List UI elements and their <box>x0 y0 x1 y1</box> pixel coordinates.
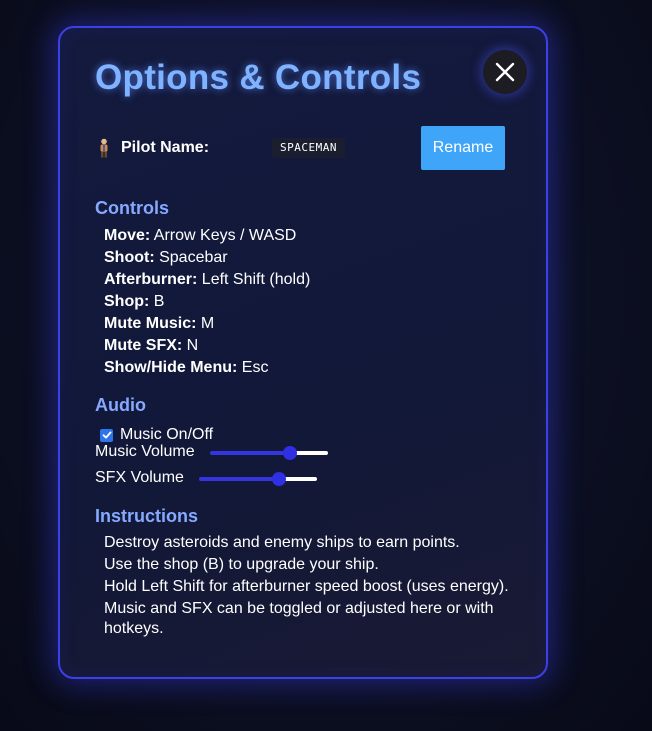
control-key: Mute SFX: <box>104 337 183 354</box>
music-toggle-label: Music On/Off <box>120 426 214 443</box>
control-value: M <box>200 315 215 332</box>
control-key: Mute Music: <box>104 315 197 332</box>
sfx-volume-label: SFX Volume <box>95 469 184 486</box>
sfx-volume-slider[interactable] <box>199 472 317 486</box>
pilot-row: Pilot Name: <box>97 136 209 160</box>
control-key: Afterburner: <box>104 271 198 288</box>
control-item: Move: Arrow Keys / WASD <box>104 225 310 247</box>
instruction-line: Music and SFX can be toggled or adjusted… <box>104 600 494 637</box>
pilot-figure-icon <box>100 138 108 158</box>
instruction-line: Use the shop (B) to upgrade your ship. <box>104 556 379 573</box>
modal-title: Options & Controls <box>95 58 422 97</box>
instructions-heading: Instructions <box>95 506 199 526</box>
game-background: Options & Controls Pilot Name: SPACEMAN … <box>0 0 652 731</box>
control-item: Show/Hide Menu: Esc <box>104 357 310 379</box>
music-volume-label: Music Volume <box>95 443 195 460</box>
checkmark-icon <box>102 431 112 439</box>
control-item: Mute Music: M <box>104 313 310 335</box>
control-value: Spacebar <box>159 249 228 266</box>
control-item: Mute SFX: N <box>104 335 310 357</box>
control-item: Shop: B <box>104 291 310 313</box>
audio-heading: Audio <box>95 395 146 415</box>
control-key: Shop: <box>104 293 150 310</box>
control-value: N <box>186 337 199 354</box>
control-key: Show/Hide Menu: <box>104 359 238 376</box>
control-item: Afterburner: Left Shift (hold) <box>104 269 310 291</box>
controls-list: Move: Arrow Keys / WASD Shoot: Spacebar … <box>104 225 310 379</box>
close-button[interactable] <box>483 50 527 94</box>
pilot-name-label: Pilot Name: <box>121 139 210 156</box>
control-value: Arrow Keys / WASD <box>153 227 297 244</box>
music-volume-slider[interactable] <box>210 446 328 460</box>
instruction-line: Hold Left Shift for afterburner speed bo… <box>104 578 509 595</box>
instructions-list: Destroy asteroids and enemy ships to ear… <box>104 533 524 641</box>
slider-fill <box>199 477 280 481</box>
control-value: B <box>153 293 165 310</box>
options-modal: Options & Controls Pilot Name: SPACEMAN … <box>58 26 548 679</box>
control-value: Left Shift (hold) <box>201 271 311 288</box>
slider-fill <box>210 451 291 455</box>
slider-thumb[interactable] <box>272 472 287 486</box>
pilot-name-value: SPACEMAN <box>272 138 345 158</box>
controls-heading: Controls <box>95 198 169 218</box>
control-item: Shoot: Spacebar <box>104 247 310 269</box>
control-value: Esc <box>241 359 269 376</box>
close-x-icon <box>495 62 515 82</box>
slider-thumb[interactable] <box>283 446 298 460</box>
control-key: Move: <box>104 227 151 244</box>
control-key: Shoot: <box>104 249 155 266</box>
rename-button[interactable]: Rename <box>421 126 505 170</box>
music-toggle-checkbox[interactable] <box>100 428 113 442</box>
instruction-line: Destroy asteroids and enemy ships to ear… <box>104 534 460 551</box>
